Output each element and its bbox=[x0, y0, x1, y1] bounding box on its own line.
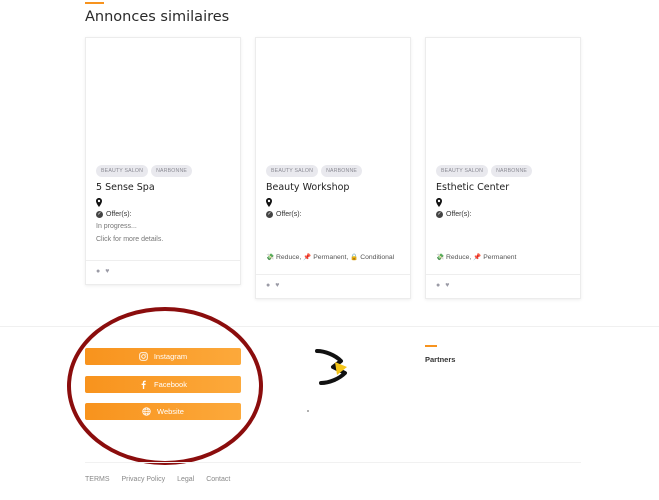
tag-city[interactable]: NARBONNE bbox=[151, 165, 193, 177]
money-icon: 💸 bbox=[266, 254, 275, 261]
decorative-dot bbox=[307, 410, 309, 412]
card-divider bbox=[256, 274, 410, 275]
bottom-divider bbox=[85, 462, 581, 463]
perk-permanent: Permanent bbox=[313, 254, 347, 261]
card-title[interactable]: Beauty Workshop bbox=[266, 182, 400, 193]
details-link[interactable]: Click for more details. bbox=[96, 236, 230, 243]
listing-card-esthetic-center[interactable]: BEAUTY SALON NARBONNE Esthetic Center ✓ … bbox=[425, 37, 581, 299]
chat-icon[interactable]: ● bbox=[436, 282, 440, 289]
offers-label: Offer(s): bbox=[106, 211, 132, 218]
card-title[interactable]: Esthetic Center bbox=[436, 182, 570, 193]
tag-category[interactable]: BEAUTY SALON bbox=[436, 165, 489, 177]
heart-icon[interactable]: ♥ bbox=[275, 282, 279, 289]
card-actions: ● ♥ bbox=[96, 268, 109, 275]
map-pin-icon bbox=[96, 198, 102, 207]
offer-perks: 💸 Reduce, 📌 Permanent, 🔒 Conditional bbox=[266, 254, 395, 261]
perk-conditional: Conditional bbox=[360, 254, 395, 261]
offers-label: Offer(s): bbox=[446, 211, 472, 218]
tag-category[interactable]: BEAUTY SALON bbox=[96, 165, 149, 177]
check-circle-icon: ✓ bbox=[266, 211, 273, 218]
offers-row: ✓ Offer(s): bbox=[96, 211, 230, 218]
pushpin-icon: 📌 bbox=[303, 254, 312, 261]
card-actions: ● ♥ bbox=[436, 282, 449, 289]
footer-link-privacy[interactable]: Privacy Policy bbox=[122, 476, 166, 483]
partners-accent-line bbox=[425, 345, 437, 347]
tag-category[interactable]: BEAUTY SALON bbox=[266, 165, 319, 177]
perk-reduce: Reduce bbox=[275, 254, 300, 261]
card-tags: BEAUTY SALON NARBONNE bbox=[266, 165, 400, 177]
card-title[interactable]: 5 Sense Spa bbox=[96, 182, 230, 193]
footer-link-terms[interactable]: TERMS bbox=[85, 476, 110, 483]
map-pin-icon bbox=[436, 198, 442, 207]
card-actions: ● ♥ bbox=[266, 282, 279, 289]
map-pin-icon bbox=[266, 198, 272, 207]
card-tags: BEAUTY SALON NARBONNE bbox=[96, 165, 230, 177]
offers-row: ✓ Offer(s): bbox=[436, 211, 570, 218]
perk-permanent: Permanent bbox=[483, 254, 517, 261]
card-divider bbox=[426, 274, 580, 275]
brand-logo[interactable] bbox=[311, 345, 355, 389]
status-text: In progress... bbox=[96, 223, 137, 230]
money-icon: 💸 bbox=[436, 254, 445, 261]
listing-card-5-sense-spa[interactable]: BEAUTY SALON NARBONNE 5 Sense Spa ✓ Offe… bbox=[85, 37, 241, 285]
perk-reduce: Reduce bbox=[445, 254, 470, 261]
check-circle-icon: ✓ bbox=[96, 211, 103, 218]
offers-label: Offer(s): bbox=[276, 211, 302, 218]
card-tags: BEAUTY SALON NARBONNE bbox=[436, 165, 570, 177]
lock-icon: 🔒 bbox=[350, 254, 359, 261]
card-divider bbox=[86, 260, 240, 261]
card-image[interactable] bbox=[426, 38, 580, 162]
footer-links: TERMS Privacy Policy Legal Contact bbox=[85, 476, 230, 483]
section-title: Annonces similaires bbox=[85, 9, 230, 25]
heart-icon[interactable]: ♥ bbox=[445, 282, 449, 289]
chat-icon[interactable]: ● bbox=[96, 268, 100, 275]
pushpin-icon: 📌 bbox=[473, 254, 482, 261]
tag-city[interactable]: NARBONNE bbox=[321, 165, 363, 177]
check-circle-icon: ✓ bbox=[436, 211, 443, 218]
heart-icon[interactable]: ♥ bbox=[105, 268, 109, 275]
chat-icon[interactable]: ● bbox=[266, 282, 270, 289]
offers-row: ✓ Offer(s): bbox=[266, 211, 400, 218]
card-image[interactable] bbox=[256, 38, 410, 162]
listing-card-beauty-workshop[interactable]: BEAUTY SALON NARBONNE Beauty Workshop ✓ … bbox=[255, 37, 411, 299]
annotation-oval bbox=[67, 307, 263, 465]
partners-heading: Partners bbox=[425, 355, 456, 364]
footer-link-contact[interactable]: Contact bbox=[206, 476, 230, 483]
card-image[interactable] bbox=[86, 38, 240, 162]
tag-city[interactable]: NARBONNE bbox=[491, 165, 533, 177]
offer-perks: 💸 Reduce, 📌 Permanent bbox=[436, 254, 517, 261]
footer-link-legal[interactable]: Legal bbox=[177, 476, 194, 483]
section-accent-line bbox=[85, 2, 104, 4]
